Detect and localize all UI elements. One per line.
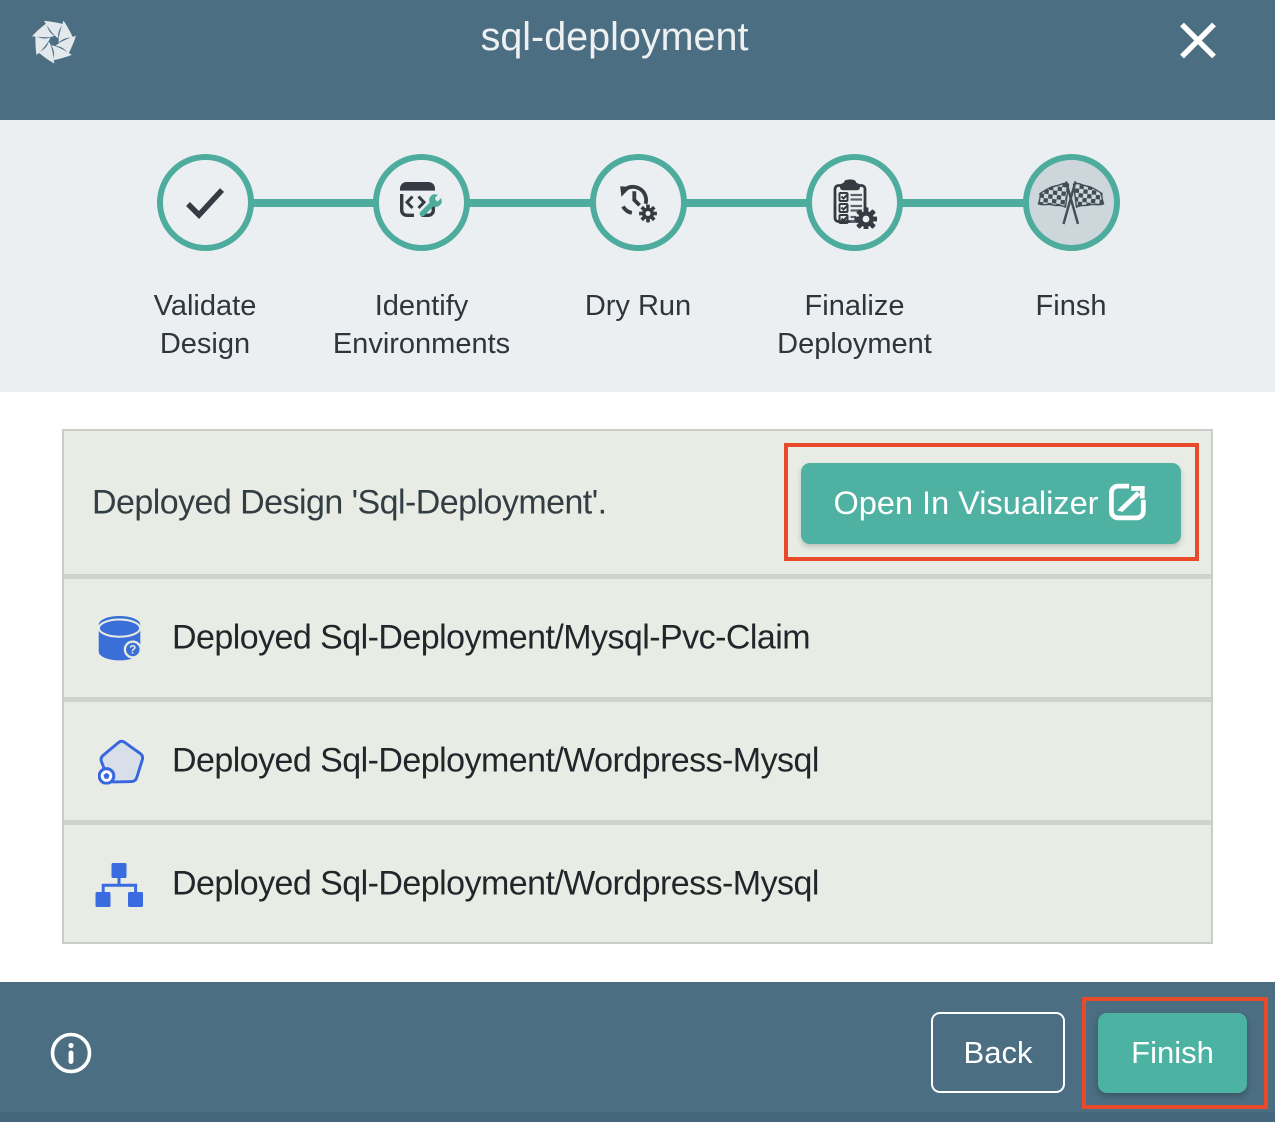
svg-text:?: ? [129,644,136,656]
